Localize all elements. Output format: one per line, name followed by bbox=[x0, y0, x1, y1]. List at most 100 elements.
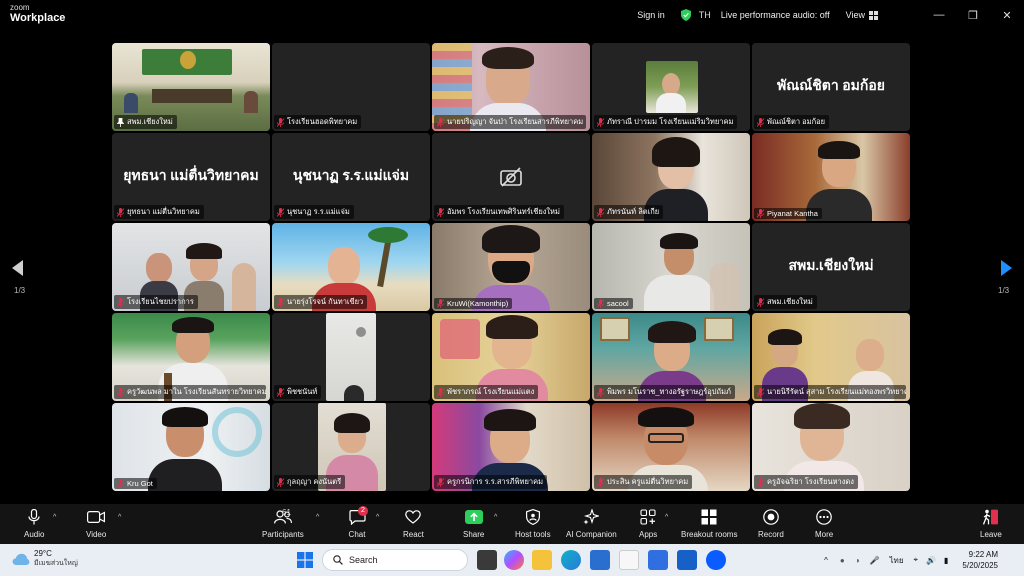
search-placeholder: Search bbox=[349, 555, 378, 565]
participant-name-tag: พิชชนันท์ bbox=[274, 385, 322, 399]
mic-muted-icon bbox=[437, 117, 444, 127]
participant-tile[interactable]: ครูกรนิการ ร.ร.สารภีพิทยาคม bbox=[432, 403, 590, 491]
task-view-icon[interactable] bbox=[477, 550, 497, 570]
input-language[interactable]: ไทย bbox=[890, 554, 904, 567]
security-shield-icon[interactable] bbox=[680, 9, 691, 21]
share-options-chevron-icon[interactable]: ^ bbox=[494, 514, 497, 521]
clock-time: 9:22 AM bbox=[968, 550, 998, 559]
participant-name-tag: sacool bbox=[594, 298, 633, 309]
apps-button[interactable]: Apps bbox=[639, 508, 657, 539]
wifi-icon[interactable]: ⌖ bbox=[914, 555, 919, 565]
participant-tile[interactable]: ภัทรนันท์ ลิตเกีย bbox=[592, 133, 750, 221]
amazon-icon[interactable] bbox=[619, 550, 639, 570]
close-icon[interactable]: ✕ bbox=[990, 0, 1024, 30]
participant-tile[interactable]: พัชราภรณ์ โรงเรียนแม่แตง bbox=[432, 313, 590, 401]
participant-name-tag: นายปริญญา จันป่า โรงเรียนสารภีพิทยาคม bbox=[434, 115, 586, 129]
breakout-rooms-button[interactable]: Breakout rooms bbox=[681, 508, 737, 539]
tray-app-icon[interactable]: ◑ bbox=[855, 556, 860, 565]
participant-tile[interactable]: Kru Got bbox=[112, 403, 270, 491]
participant-tile[interactable]: ครูวัฒนพล มาใน โรงเรียนสันทรายวิทยาคม bbox=[112, 313, 270, 401]
participant-tile[interactable]: โรงเรียนฮอดพิทยาคม bbox=[272, 43, 430, 131]
participant-tile[interactable]: นายรุ่งโรจน์ กันทาเขียว bbox=[272, 223, 430, 311]
zoom-app-icon[interactable] bbox=[706, 550, 726, 570]
participant-tile[interactable]: นายปริญญา จันป่า โรงเรียนสารภีพิทยาคม bbox=[432, 43, 590, 131]
participant-name: KruWi(Kamonthip) bbox=[447, 299, 509, 308]
participant-name: นายรุ่งโรจน์ กันทาเขียว bbox=[287, 297, 364, 306]
store-icon[interactable] bbox=[590, 550, 610, 570]
windows-start-icon[interactable] bbox=[297, 552, 313, 568]
record-button[interactable]: Record bbox=[758, 508, 784, 539]
participant-tile[interactable]: ยุทธนา แม่ตื่นวิทยาคม ยุทธนา แม่ตื่นวิทย… bbox=[112, 133, 270, 221]
audio-button[interactable]: Audio bbox=[24, 508, 44, 539]
participant-tile[interactable]: ภัทราณี ปารมม โรงเรียนแม่ริมวิทยาคม bbox=[592, 43, 750, 131]
participant-tile[interactable]: พัณณ์ชิตา อมก้อย พัณณ์ชิตา อมก้อย bbox=[752, 43, 910, 131]
chat-button[interactable]: 2 Chat bbox=[348, 506, 368, 539]
video-button[interactable]: Video bbox=[86, 508, 106, 539]
participant-tile[interactable]: ประสิน ครูแม่ตื่นวิทยาคม bbox=[592, 403, 750, 491]
profile-photo bbox=[646, 61, 698, 113]
participant-name-tag: พัชราภรณ์ โรงเรียนแม่แตง bbox=[434, 385, 539, 399]
page-indicator-right: 1/3 bbox=[998, 286, 1010, 295]
participants-options-chevron-icon[interactable]: ^ bbox=[316, 514, 319, 521]
react-button[interactable]: React bbox=[403, 508, 424, 539]
participant-tile[interactable]: sacool bbox=[592, 223, 750, 311]
participant-name: พิมพร มโนราช_ทางอรัฐราษฎร์อุปถัมภ์ bbox=[607, 387, 731, 396]
copilot-icon[interactable] bbox=[504, 550, 524, 570]
minimize-icon[interactable]: — bbox=[922, 0, 956, 30]
mic-muted-icon bbox=[277, 477, 284, 487]
sparkle-ai-icon bbox=[582, 508, 600, 526]
participant-name: sacool bbox=[607, 299, 629, 308]
weather-widget[interactable]: 29°C มีเมฆส่วนใหญ่ bbox=[12, 549, 78, 569]
participant-tile[interactable]: นุชนาฏ ร.ร.แม่แจ่ม นุชนาฏ ร.ร.แม่แจ่ม bbox=[272, 133, 430, 221]
tray-app-icon[interactable]: ● bbox=[840, 556, 845, 565]
weather-description: มีเมฆส่วนใหญ่ bbox=[34, 560, 78, 567]
ai-companion-button[interactable]: AI Companion bbox=[566, 508, 617, 539]
video-options-chevron-icon[interactable]: ^ bbox=[118, 514, 121, 521]
participant-name-tag: พัณณ์ชิตา อมก้อย bbox=[754, 115, 830, 129]
performance-audio-status[interactable]: Live performance audio: off bbox=[721, 10, 830, 20]
mic-muted-icon bbox=[437, 387, 444, 397]
prev-page-icon[interactable] bbox=[12, 260, 24, 276]
participant-name-tag: ยุทธนา แม่ตื่นวิทยาคม bbox=[114, 205, 204, 219]
apps-options-chevron-icon[interactable]: ^ bbox=[665, 514, 668, 521]
audio-label: Audio bbox=[24, 530, 45, 539]
chat-options-chevron-icon[interactable]: ^ bbox=[376, 514, 379, 521]
signin-button[interactable]: Sign in bbox=[637, 10, 665, 20]
next-page-icon[interactable] bbox=[1000, 260, 1012, 276]
host-tools-button[interactable]: Host tools bbox=[515, 508, 551, 539]
tray-overflow-chevron-icon[interactable]: ^ bbox=[824, 556, 828, 565]
participant-tile[interactable]: โรงเรียนไชยปราการ bbox=[112, 223, 270, 311]
mic-muted-icon bbox=[757, 477, 764, 487]
participant-tile[interactable]: Piyanat Kantha bbox=[752, 133, 910, 221]
taskbar-search[interactable]: Search bbox=[322, 549, 468, 571]
battery-icon[interactable]: ▮ bbox=[944, 556, 948, 565]
language-label[interactable]: TH bbox=[699, 10, 711, 20]
participant-tile[interactable]: ครูอัจฉริยา โรงเรียนหางดง bbox=[752, 403, 910, 491]
participant-tile[interactable]: พิชชนันท์ bbox=[272, 313, 430, 401]
participant-tile[interactable]: นายนิรีรัตน์ สุสาม โรงเรียนแม่ทองพรวิทยา… bbox=[752, 313, 910, 401]
leave-button[interactable]: Leave bbox=[980, 508, 1002, 539]
video-camera-icon bbox=[87, 508, 106, 526]
participant-tile[interactable]: พิมพร มโนราช_ทางอรัฐราษฎร์อุปถัมภ์ bbox=[592, 313, 750, 401]
outlook-icon[interactable] bbox=[677, 550, 697, 570]
clock[interactable]: 9:22 AM 5/20/2025 bbox=[962, 549, 998, 571]
more-button[interactable]: More bbox=[815, 508, 833, 539]
file-explorer-icon[interactable] bbox=[532, 550, 552, 570]
tray-microphone-icon[interactable]: 🎤 bbox=[870, 556, 880, 565]
dropbox-icon[interactable] bbox=[648, 550, 668, 570]
restore-icon[interactable]: ❐ bbox=[956, 0, 990, 30]
view-button[interactable]: View bbox=[846, 10, 878, 20]
participant-tile[interactable]: อัมพร โรงเรียนเทพศิรินทร์เชียงใหม่ bbox=[432, 133, 590, 221]
participants-button[interactable]: 61 Participants bbox=[262, 508, 304, 539]
participant-name: ภัทราณี ปารมม โรงเรียนแม่ริมวิทยาคม bbox=[607, 117, 734, 126]
share-button[interactable]: Share bbox=[463, 508, 484, 539]
participant-tile[interactable]: สพม.เชียงใหม่ สพม.เชียงใหม่ bbox=[752, 223, 910, 311]
participant-tile[interactable]: กุลฤญา คงนันตรี bbox=[272, 403, 430, 491]
participant-name: นุชนาฏ ร.ร.แม่แจ่ม bbox=[287, 207, 350, 216]
participant-tile[interactable]: KruWi(Kamonthip) bbox=[432, 223, 590, 311]
edge-browser-icon[interactable] bbox=[561, 550, 581, 570]
participant-tile[interactable]: สพม.เชียงใหม่ bbox=[112, 43, 270, 131]
audio-options-chevron-icon[interactable]: ^ bbox=[53, 514, 56, 521]
mic-muted-icon bbox=[277, 387, 284, 397]
volume-icon[interactable]: 🔊 bbox=[926, 556, 936, 565]
